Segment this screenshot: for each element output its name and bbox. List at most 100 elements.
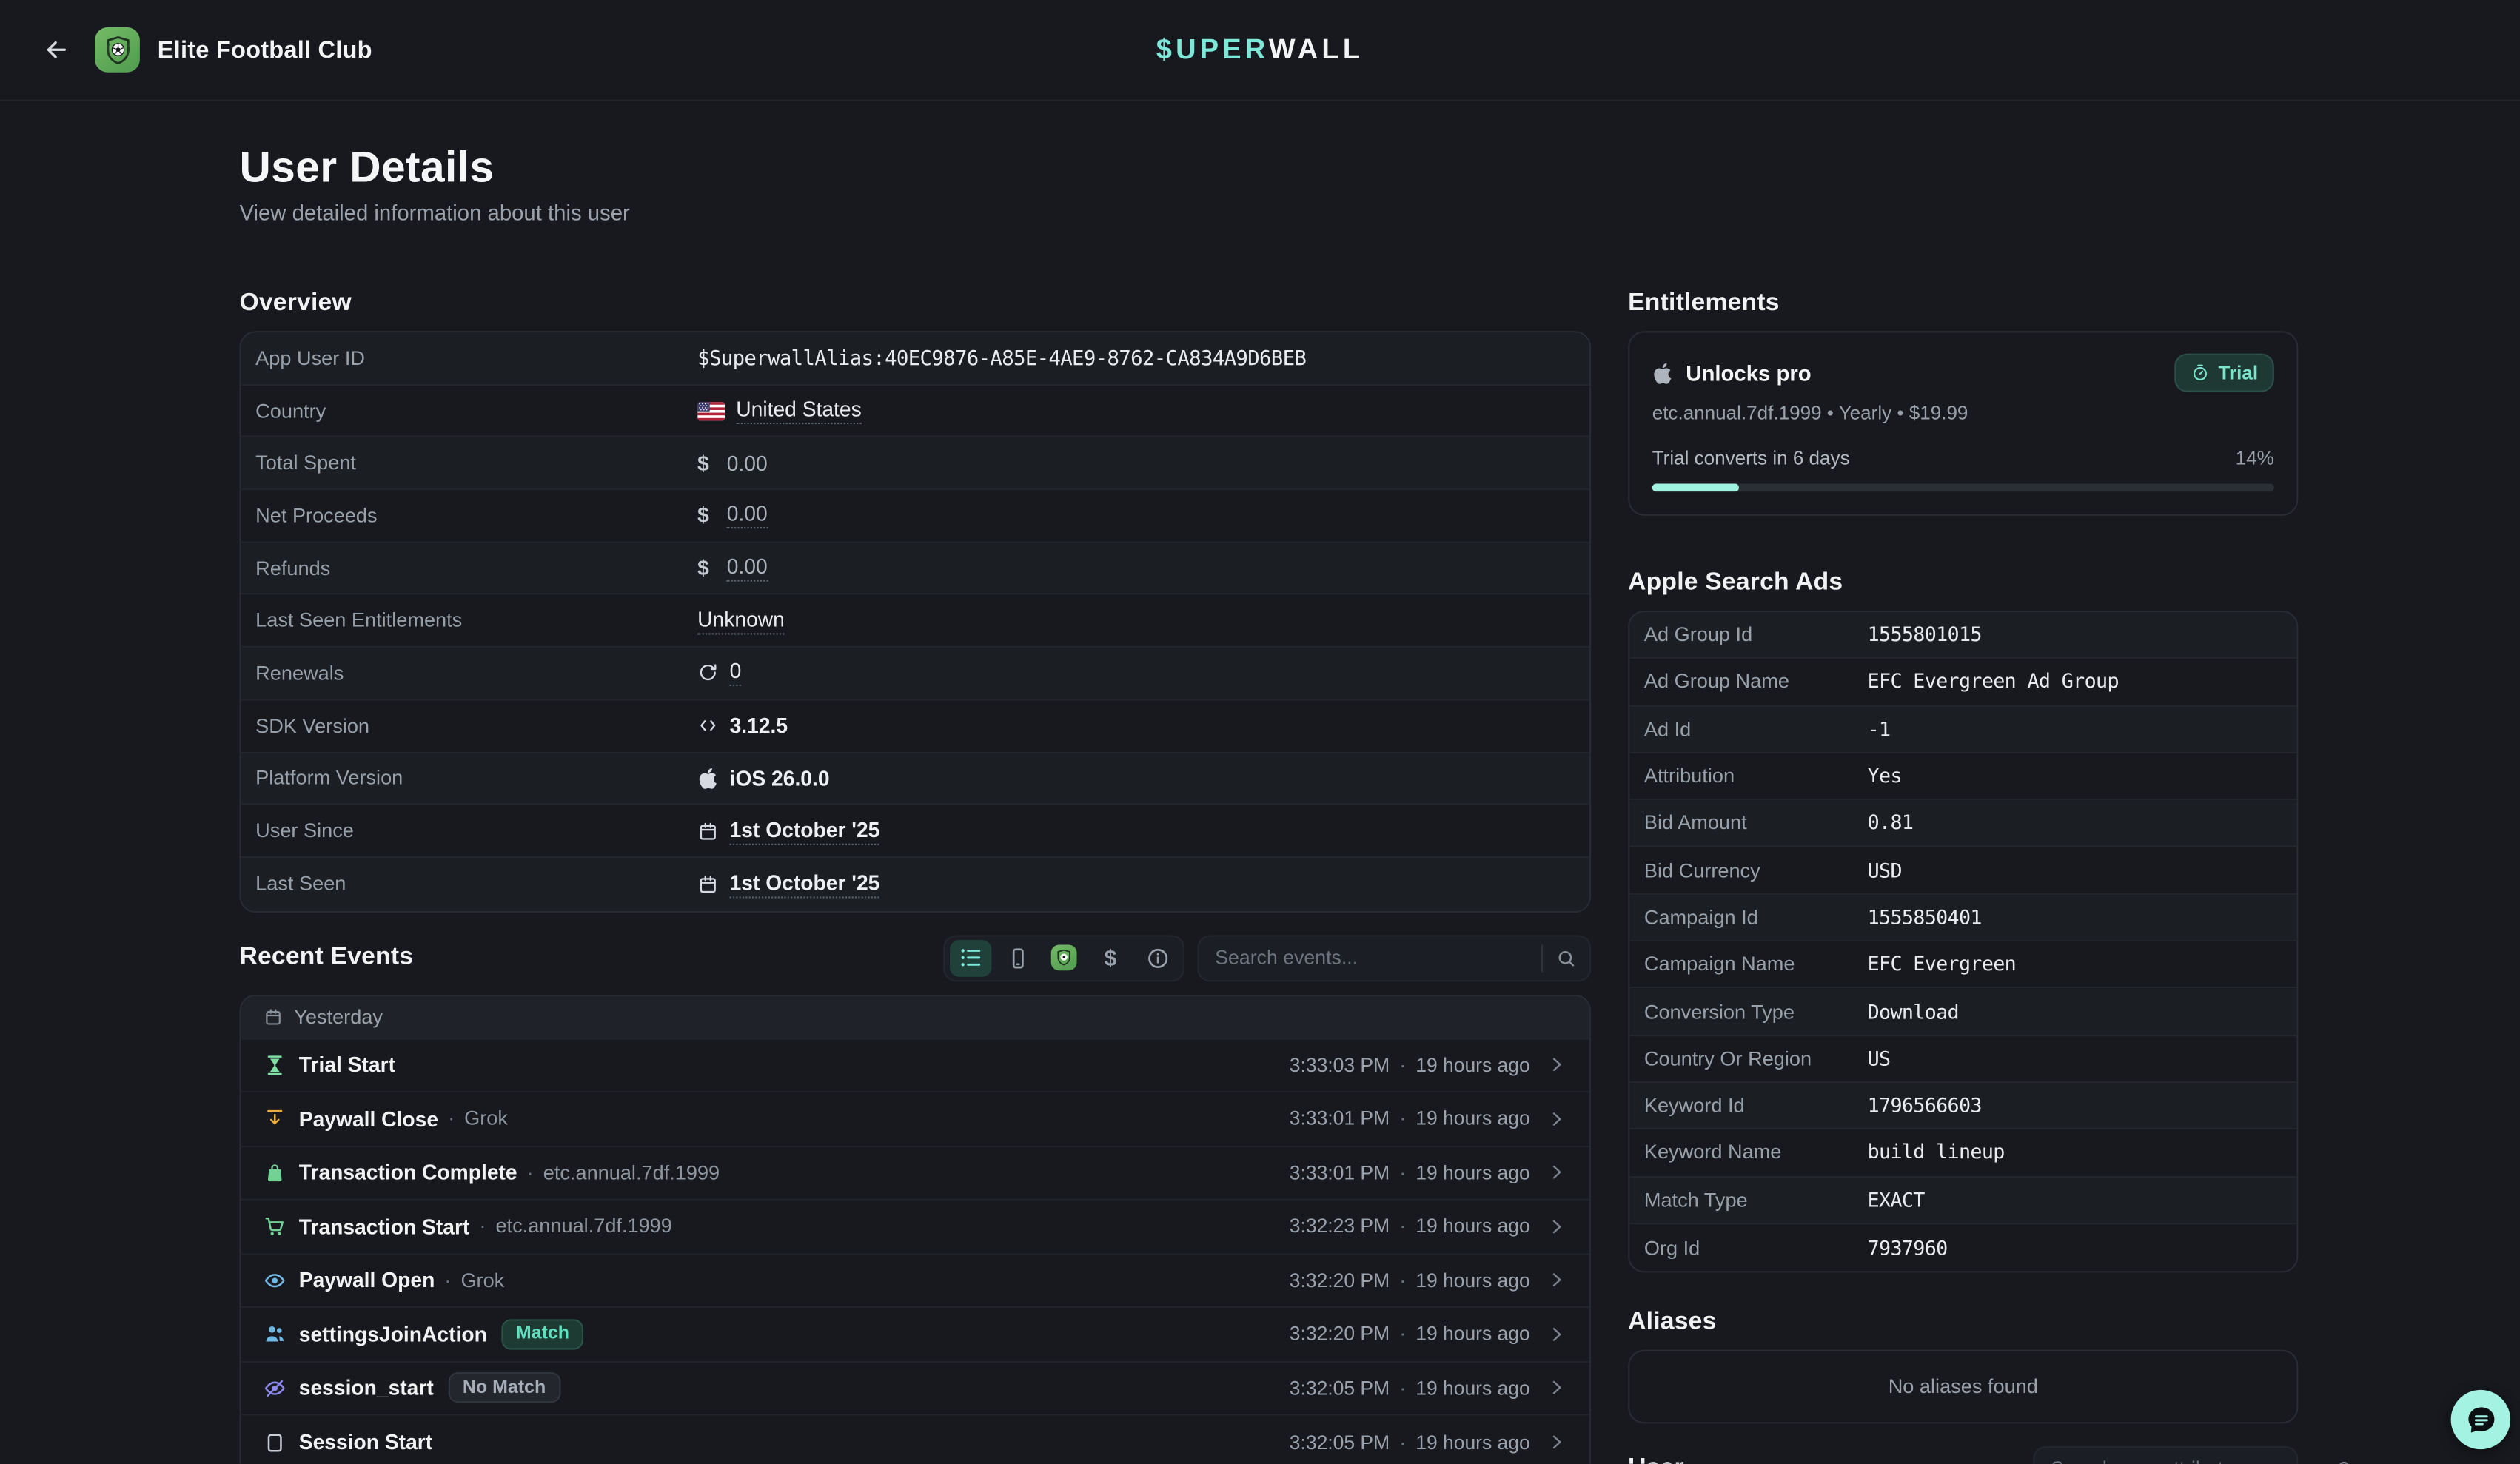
aliases-empty-card: No aliases found [1628, 1350, 2298, 1424]
overview-row-country: Country United States [241, 385, 1589, 437]
filter-transactions-button[interactable]: $ [1090, 939, 1131, 976]
chevron-right-icon [1546, 1432, 1566, 1453]
aliases-empty-text: No aliases found [1889, 1376, 2038, 1398]
us-flag-icon [697, 401, 725, 420]
country-value[interactable]: United States [736, 397, 861, 424]
dollar-icon: $ [697, 451, 709, 475]
entitlements-heading: Entitlements [1628, 289, 2298, 318]
overview-row-last-seen: Last Seen 1st October '25 [241, 858, 1589, 910]
overview-row-app-user-id: App User ID $SuperwallAlias:40EC9876-A85… [241, 332, 1589, 385]
entitlement-card: Unlocks pro Trial etc.annual.7df.1999 • … [1628, 331, 2298, 516]
dollar-icon: $ [1105, 945, 1117, 971]
info-icon [1145, 946, 1170, 970]
event-time: 3:32:23 PM [1290, 1215, 1390, 1238]
entitlement-name: Unlocks pro [1686, 360, 1811, 385]
apple-icon [1652, 363, 1673, 383]
search-icon [2322, 1458, 2367, 1463]
chevron-right-icon [1546, 1216, 1566, 1237]
event-time: 3:32:20 PM [1290, 1269, 1390, 1292]
attribute-row: Org Id 7937960 [1629, 1224, 2296, 1272]
event-row[interactable]: Paywall Close ·Grok 3:33:01 PM · 19 hour… [241, 1092, 1589, 1146]
event-row[interactable]: Session Start 3:32:05 PM · 19 hours ago [241, 1416, 1589, 1464]
chevron-right-icon [1546, 1109, 1566, 1129]
calendar-icon [697, 820, 718, 841]
app-logo-icon [1051, 945, 1077, 971]
events-search-input[interactable] [1199, 947, 1541, 969]
main-content: User Details View detailed information a… [0, 101, 2520, 1464]
user-details-page: Elite Football Club $UPERWALL User Detai… [0, 0, 2520, 1464]
dollar-icon: $ [697, 503, 709, 528]
event-relative-time: 19 hours ago [1415, 1269, 1529, 1292]
event-relative-time: 19 hours ago [1415, 1377, 1529, 1399]
users-icon [264, 1323, 288, 1345]
overview-row-sdk-version: SDK Version 3.12.5 [241, 700, 1589, 753]
chevron-right-icon [1546, 1055, 1566, 1075]
apple-icon [697, 768, 718, 788]
event-time: 3:33:01 PM [1290, 1107, 1390, 1129]
chevron-right-icon [1546, 1270, 1566, 1291]
event-row[interactable]: Trial Start 3:33:03 PM · 19 hours ago [241, 1039, 1589, 1093]
attribute-row: Keyword Id 1796566603 [1629, 1083, 2296, 1130]
filter-info-button[interactable] [1136, 939, 1178, 976]
filter-app-button[interactable] [1043, 939, 1085, 976]
arrow-down-to-line-icon [264, 1107, 288, 1129]
cart-icon [264, 1215, 288, 1238]
support-chat-button[interactable] [2451, 1390, 2510, 1449]
attribute-row: Bid Amount 0.81 [1629, 801, 2296, 848]
event-row[interactable]: Transaction Start ·etc.annual.7df.1999 3… [241, 1201, 1589, 1255]
events-group-label: Yesterday [294, 1005, 383, 1027]
chevron-right-icon [1546, 1162, 1566, 1183]
app-icon [95, 27, 140, 73]
event-row[interactable]: session_start No Match 3:32:05 PM · 19 h… [241, 1362, 1589, 1416]
event-relative-time: 19 hours ago [1415, 1323, 1529, 1345]
user-attributes-search-input[interactable] [2034, 1457, 2322, 1463]
attribute-row: Bid Currency USD [1629, 847, 2296, 895]
hourglass-icon [264, 1054, 288, 1076]
asa-heading: Apple Search Ads [1628, 569, 2298, 598]
event-time: 3:33:03 PM [1290, 1054, 1390, 1076]
attribute-row: Ad Group Name EFC Evergreen Ad Group [1629, 659, 2296, 707]
chat-bubble-icon [2463, 1402, 2499, 1437]
trial-badge: Trial [2175, 354, 2274, 392]
events-filter-toolbar: $ [943, 935, 1184, 981]
event-row[interactable]: Transaction Complete ·etc.annual.7df.199… [241, 1146, 1589, 1201]
smartphone-icon [1005, 946, 1030, 970]
eye-off-icon [264, 1377, 288, 1399]
event-relative-time: 19 hours ago [1415, 1161, 1529, 1183]
back-button[interactable] [37, 30, 76, 69]
event-relative-time: 19 hours ago [1415, 1107, 1529, 1129]
event-time: 3:32:05 PM [1290, 1431, 1390, 1454]
overview-row-net-proceeds: Net Proceeds $0.00 [241, 490, 1589, 543]
event-relative-time: 19 hours ago [1415, 1431, 1529, 1454]
event-relative-time: 19 hours ago [1415, 1054, 1529, 1076]
events-list: Trial Start 3:33:03 PM · 19 hours ago Pa… [241, 1039, 1589, 1464]
event-row[interactable]: settingsJoinAction Match 3:32:20 PM · 19… [241, 1308, 1589, 1362]
logo-suffix: WALL [1269, 33, 1364, 65]
asa-table: Ad Group Id 1555801015 Ad Group Name EFC… [1628, 611, 2298, 1273]
logo-prefix: $UPER [1156, 33, 1269, 65]
chevron-right-icon [1546, 1377, 1566, 1398]
recent-events-heading: Recent Events [239, 943, 413, 972]
event-time: 3:32:20 PM [1290, 1323, 1390, 1345]
trial-percent: 14% [2236, 447, 2274, 469]
overview-row-user-since: User Since 1st October '25 [241, 805, 1589, 858]
list-icon [958, 945, 984, 971]
events-group-header: Yesterday [241, 995, 1589, 1039]
filter-list-button[interactable] [950, 939, 991, 976]
attribute-row: Ad Id -1 [1629, 706, 2296, 753]
square-icon [264, 1431, 288, 1454]
event-time: 3:32:05 PM [1290, 1377, 1390, 1399]
code-icon [697, 715, 718, 736]
handbag-icon [264, 1161, 288, 1183]
overview-row-renewals: Renewals 0 [241, 648, 1589, 700]
calendar-icon [264, 1007, 283, 1026]
search-icon [1543, 947, 1589, 968]
arrow-left-icon [41, 36, 70, 64]
filter-device-button[interactable] [996, 939, 1038, 976]
refresh-icon [697, 662, 718, 683]
user-heading: User [1628, 1454, 1684, 1464]
attribute-row: Attribution Yes [1629, 753, 2296, 801]
trial-converts-text: Trial converts in 6 days [1652, 447, 1850, 469]
event-row[interactable]: Paywall Open ·Grok 3:32:20 PM · 19 hours… [241, 1255, 1589, 1309]
timer-icon [2191, 363, 2211, 383]
